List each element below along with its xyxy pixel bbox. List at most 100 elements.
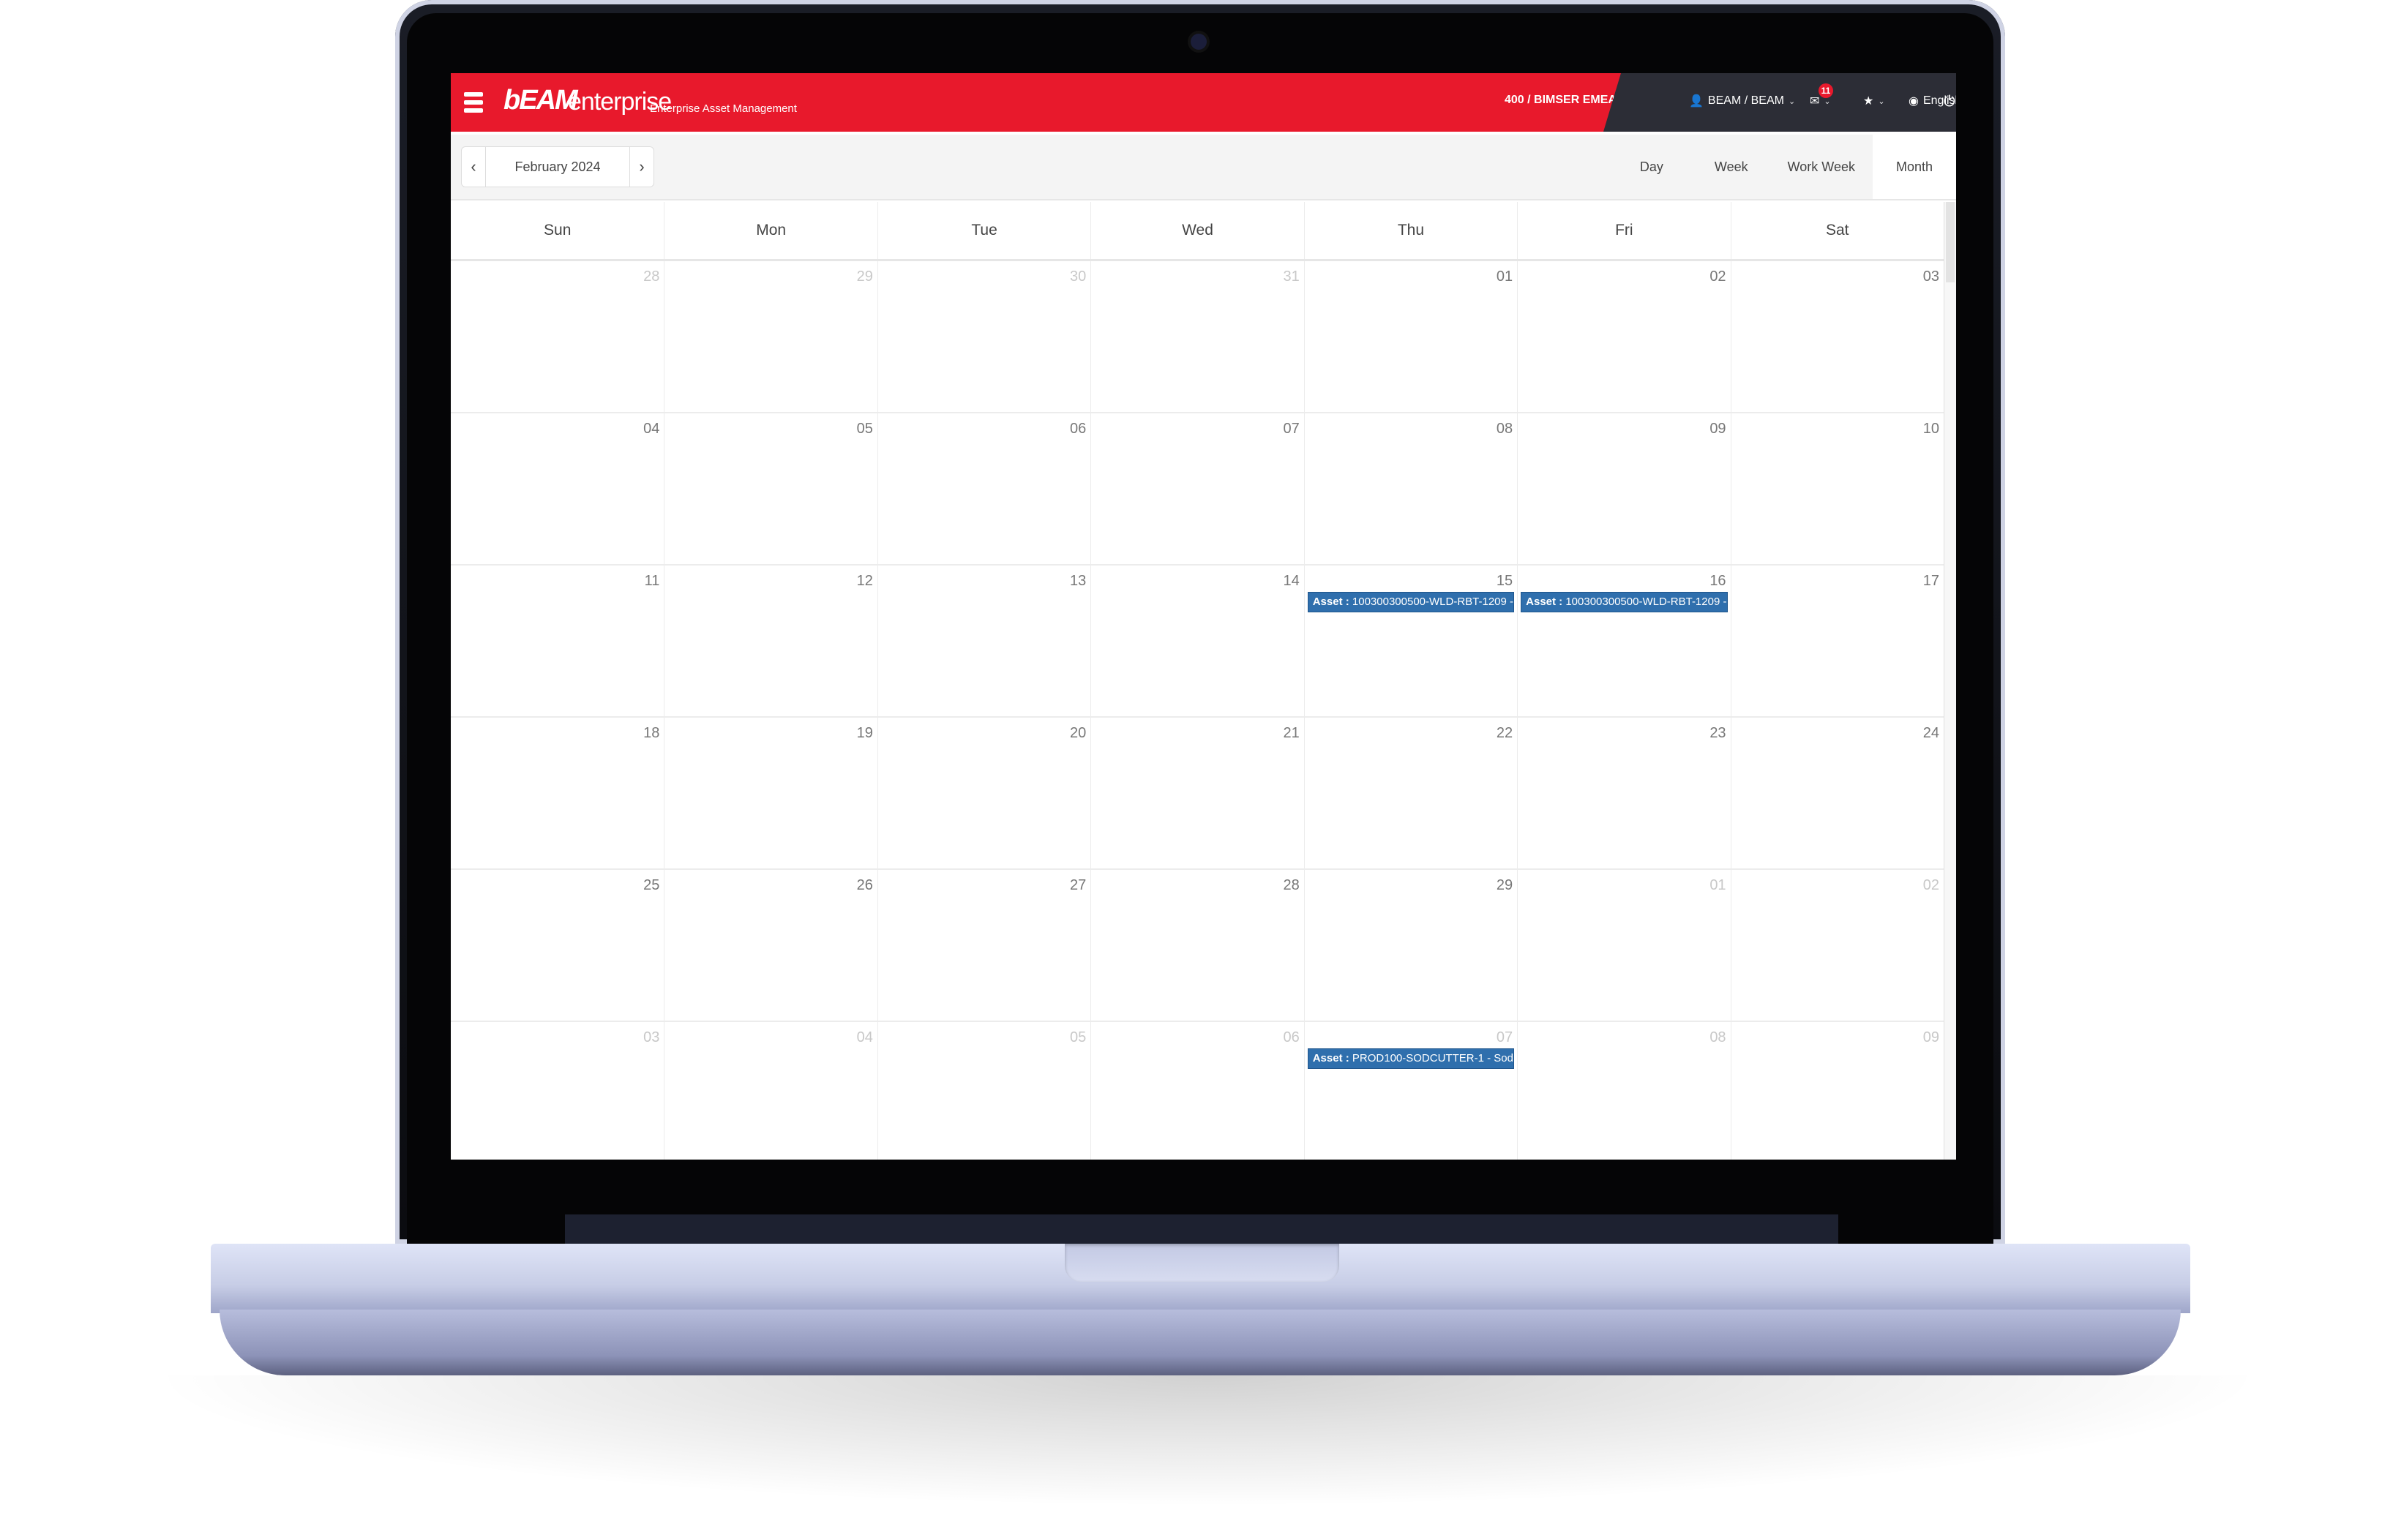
day-number[interactable]: 26 (857, 877, 873, 894)
day-cell[interactable]: 13 (877, 566, 1090, 716)
day-cell[interactable]: 27 (877, 870, 1090, 1021)
day-cell[interactable]: 07 (1090, 413, 1303, 564)
day-number[interactable]: 13 (1070, 573, 1086, 590)
day-number[interactable]: 21 (1283, 725, 1299, 742)
scrollbar-thumb[interactable] (1946, 202, 1955, 282)
calendar-event[interactable]: Asset : 100300300500-WLD-RBT-1209 - Ro (1307, 592, 1515, 612)
day-cell[interactable]: 02 (1730, 870, 1944, 1021)
day-cell[interactable]: 10 (1730, 413, 1944, 564)
day-number[interactable]: 01 (1709, 877, 1726, 894)
tab-week[interactable]: Week (1693, 135, 1770, 199)
day-cell[interactable]: 19 (664, 718, 877, 868)
day-cell[interactable]: 18 (451, 718, 664, 868)
day-number[interactable]: 27 (1070, 877, 1086, 894)
day-number[interactable]: 31 (1283, 268, 1299, 285)
calendar-event[interactable]: Asset : 100300300500-WLD-RBT-1209 - Ro (1521, 592, 1728, 612)
day-cell[interactable]: 08 (1303, 413, 1517, 564)
day-number[interactable]: 09 (1709, 421, 1726, 437)
day-number[interactable]: 05 (857, 421, 873, 437)
calendar-event[interactable]: Asset : PROD100-SODCUTTER-1 - Sod Cutt (1307, 1048, 1515, 1069)
day-number[interactable]: 20 (1070, 725, 1086, 742)
day-cell[interactable]: 03 (451, 1022, 664, 1160)
day-number[interactable]: 02 (1709, 268, 1726, 285)
day-number[interactable]: 29 (857, 268, 873, 285)
day-number[interactable]: 16 (1709, 573, 1726, 590)
day-number[interactable]: 08 (1709, 1029, 1726, 1046)
day-cell[interactable]: 06 (877, 413, 1090, 564)
day-number[interactable]: 23 (1709, 725, 1726, 742)
day-cell[interactable]: 06 (1090, 1022, 1303, 1160)
day-cell[interactable]: 29 (1303, 870, 1517, 1021)
day-number[interactable]: 03 (643, 1029, 659, 1046)
day-number[interactable]: 28 (1283, 877, 1299, 894)
tab-month[interactable]: Month (1872, 135, 1956, 199)
next-period-button[interactable]: › (630, 147, 653, 187)
day-cell[interactable]: 16 Asset : 100300300500-WLD-RBT-1209 - Ro (1517, 566, 1730, 716)
notifications-menu[interactable]: ✉ 11 ⌄ (1810, 83, 1833, 108)
day-cell[interactable]: 05 (877, 1022, 1090, 1160)
day-cell[interactable]: 28 (451, 261, 664, 412)
day-cell[interactable]: 03 (1730, 261, 1944, 412)
day-cell[interactable]: 26 (664, 870, 877, 1021)
day-number[interactable]: 09 (1923, 1029, 1939, 1046)
day-number[interactable]: 08 (1497, 421, 1513, 437)
day-number[interactable]: 05 (1070, 1029, 1086, 1046)
day-cell[interactable]: 14 (1090, 566, 1303, 716)
day-cell[interactable]: 22 (1303, 718, 1517, 868)
day-cell[interactable]: 15 Asset : 100300300500-WLD-RBT-1209 - Ro (1303, 566, 1517, 716)
day-number[interactable]: 04 (643, 421, 659, 437)
current-period[interactable]: February 2024 (485, 147, 630, 187)
day-number[interactable]: 03 (1923, 268, 1939, 285)
day-cell[interactable]: 04 (451, 413, 664, 564)
day-cell[interactable]: 09 (1517, 413, 1730, 564)
day-cell[interactable]: 25 (451, 870, 664, 1021)
day-number[interactable]: 22 (1497, 725, 1513, 742)
day-cell[interactable]: 05 (664, 413, 877, 564)
day-cell[interactable]: 08 (1517, 1022, 1730, 1160)
day-cell[interactable]: 04 (664, 1022, 877, 1160)
day-number[interactable]: 17 (1923, 573, 1939, 590)
tab-work-week[interactable]: Work Week (1770, 135, 1873, 199)
day-cell[interactable]: 20 (877, 718, 1090, 868)
hamburger-icon[interactable] (464, 92, 483, 113)
day-cell[interactable]: 21 (1090, 718, 1303, 868)
day-cell[interactable]: 07 Asset : PROD100-SODCUTTER-1 - Sod Cutt (1303, 1022, 1517, 1160)
day-number[interactable]: 04 (857, 1029, 873, 1046)
day-cell[interactable]: 01 (1517, 870, 1730, 1021)
favorites-menu[interactable]: ★ ⌄ (1863, 94, 1885, 108)
day-cell[interactable]: 30 (877, 261, 1090, 412)
day-number[interactable]: 02 (1923, 877, 1939, 894)
day-number[interactable]: 18 (643, 725, 659, 742)
day-cell[interactable]: 02 (1517, 261, 1730, 412)
day-number[interactable]: 07 (1283, 421, 1299, 437)
day-cell[interactable]: 23 (1517, 718, 1730, 868)
user-menu[interactable]: 👤 BEAM / BEAM ⌄ (1689, 94, 1795, 108)
day-number[interactable]: 30 (1070, 268, 1086, 285)
day-cell[interactable]: 17 (1730, 566, 1944, 716)
tab-day[interactable]: Day (1611, 135, 1693, 199)
calendar-scrollbar[interactable] (1944, 202, 1956, 1160)
day-number[interactable]: 24 (1923, 725, 1939, 742)
prev-period-button[interactable]: ‹ (462, 147, 485, 187)
day-number[interactable]: 14 (1283, 573, 1299, 590)
day-cell[interactable]: 09 (1730, 1022, 1944, 1160)
day-cell[interactable]: 31 (1090, 261, 1303, 412)
day-cell[interactable]: 29 (664, 261, 877, 412)
day-number[interactable]: 07 (1497, 1029, 1513, 1046)
organization-label[interactable]: 400 / BIMSER EMEA (1505, 94, 1617, 107)
day-number[interactable]: 15 (1497, 573, 1513, 590)
power-icon[interactable]: ⏻ (1944, 94, 1955, 110)
day-number[interactable]: 12 (857, 573, 873, 590)
day-cell[interactable]: 11 (451, 566, 664, 716)
day-number[interactable]: 29 (1497, 877, 1513, 894)
day-number[interactable]: 28 (643, 268, 659, 285)
day-number[interactable]: 25 (643, 877, 659, 894)
day-cell[interactable]: 12 (664, 566, 877, 716)
day-number[interactable]: 06 (1070, 421, 1086, 437)
day-cell[interactable]: 01 (1303, 261, 1517, 412)
day-number[interactable]: 11 (645, 573, 660, 590)
day-number[interactable]: 19 (857, 725, 873, 742)
day-number[interactable]: 06 (1283, 1029, 1299, 1046)
day-number[interactable]: 10 (1923, 421, 1939, 437)
day-number[interactable]: 01 (1497, 268, 1513, 285)
